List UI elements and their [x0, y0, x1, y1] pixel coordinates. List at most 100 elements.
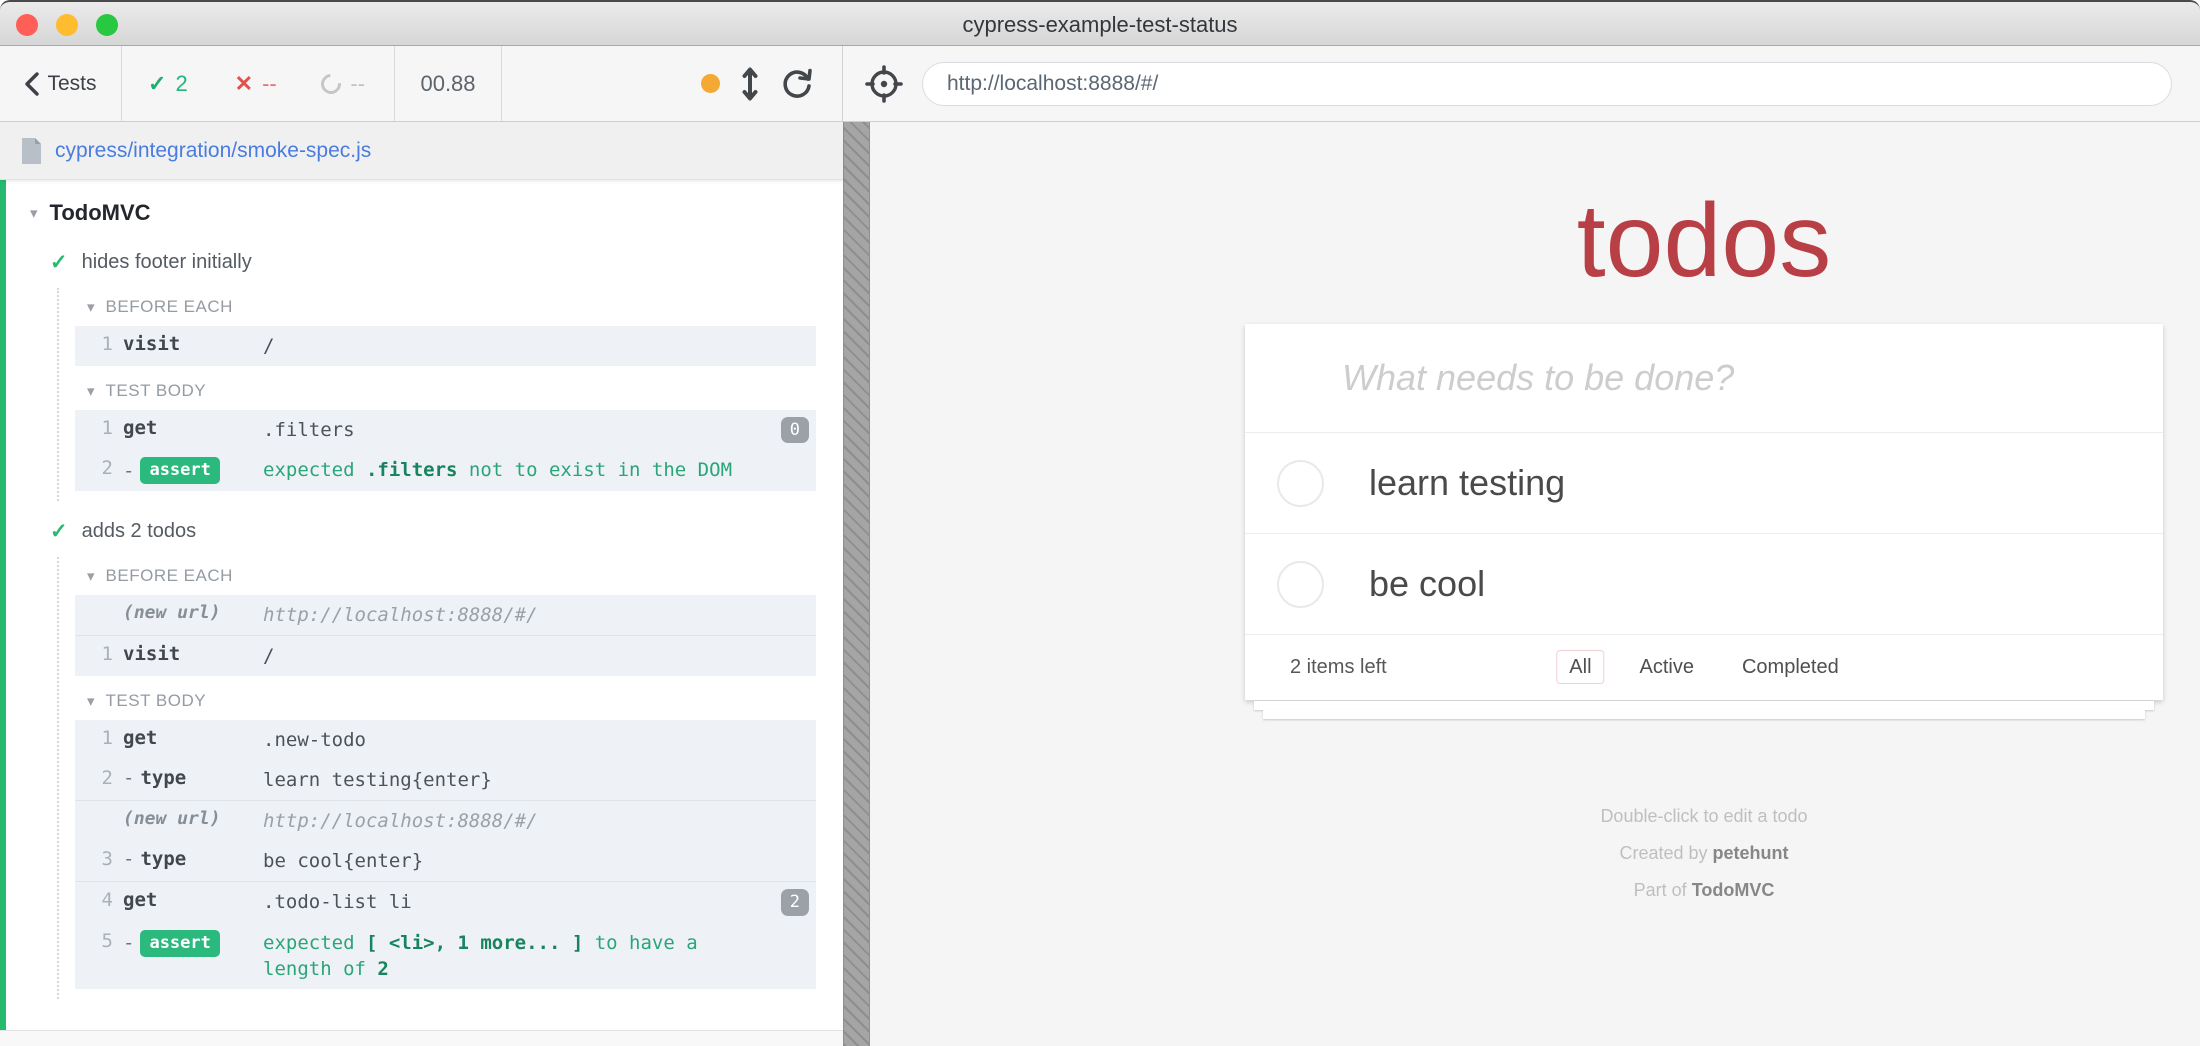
- url-bar[interactable]: http://localhost:8888/#/: [922, 62, 2172, 106]
- passed-count: 2: [175, 71, 187, 97]
- section-header[interactable]: ▾TEST BODY: [59, 372, 843, 410]
- command-section: ▾TEST BODY1get.filters02-assertexpected …: [59, 372, 843, 491]
- reporter-toolbar: Tests ✓ 2 ✕ -- -- 00.88: [0, 46, 843, 121]
- app-info-link[interactable]: petehunt: [1713, 843, 1789, 863]
- command-method: visit: [123, 643, 263, 665]
- command-row[interactable]: 1visit /: [75, 636, 816, 676]
- command-row[interactable]: 2-typelearn testing{enter}: [75, 760, 816, 800]
- test-title[interactable]: ✓hides footer initially: [6, 242, 843, 282]
- app-info-text: Double-click to edit a todo: [1600, 806, 1807, 826]
- passed-stat: ✓ 2: [148, 71, 221, 97]
- viewport-scale-dot: [701, 74, 720, 93]
- file-icon: [20, 137, 43, 165]
- command-row[interactable]: (new url)http://localhost:8888/#/: [75, 801, 816, 841]
- new-todo-input[interactable]: [1245, 324, 2163, 432]
- pending-circle-icon: [317, 69, 345, 97]
- command-number: 5: [75, 930, 123, 952]
- command-message: /: [263, 643, 274, 669]
- todo-filters: AllActiveCompleted: [1556, 656, 1851, 679]
- toolbar: Tests ✓ 2 ✕ -- -- 00.88: [0, 46, 2200, 122]
- command-row[interactable]: 4get.todo-list li2: [75, 882, 816, 922]
- command-number: 2: [75, 457, 123, 479]
- selector-playground-button[interactable]: [864, 64, 904, 104]
- card-stack-layer: [1263, 710, 2145, 719]
- command-message: expected .filters not to exist in the DO…: [263, 457, 732, 483]
- titlebar: cypress-example-test-status: [0, 0, 2200, 46]
- test-stats: ✓ 2 ✕ -- --: [122, 46, 394, 121]
- restart-tests-button[interactable]: [780, 67, 814, 101]
- command-method: (new url): [123, 602, 263, 623]
- command-row[interactable]: 1get.filters0: [75, 410, 816, 450]
- section-header[interactable]: ▾BEFORE EACH: [59, 557, 843, 595]
- command-method: -type: [123, 767, 263, 789]
- filter-completed[interactable]: Completed: [1729, 650, 1852, 684]
- failed-count: --: [262, 71, 277, 97]
- test-block: ✓adds 2 todos▾BEFORE EACH(new url)http:/…: [6, 511, 843, 998]
- command-block: 1get.new-todo2-typelearn testing{enter}(…: [75, 720, 816, 988]
- command-row[interactable]: (new url)http://localhost:8888/#/: [75, 595, 816, 635]
- command-message: be cool{enter}: [263, 848, 423, 874]
- command-method-name: type: [140, 848, 186, 870]
- command-row[interactable]: 3-typebe cool{enter}: [75, 841, 816, 881]
- test-title[interactable]: ✓adds 2 todos: [6, 511, 843, 551]
- section-label: BEFORE EACH: [106, 297, 233, 317]
- command-method-name: get: [123, 889, 157, 911]
- command-group: (new url)http://localhost:8888/#/: [75, 595, 816, 635]
- section-label: TEST BODY: [106, 381, 207, 401]
- filter-all[interactable]: All: [1556, 650, 1604, 684]
- command-row[interactable]: 5-assertexpected [ <li>, 1 more... ] to …: [75, 923, 816, 989]
- command-number: 1: [75, 643, 123, 665]
- command-number: 4: [75, 889, 123, 911]
- command-group: 1visit /: [75, 635, 816, 676]
- horizontal-scrollbar[interactable]: [0, 1030, 843, 1046]
- command-method-name: visit: [123, 643, 180, 665]
- section-label: BEFORE EACH: [106, 566, 233, 586]
- command-group: 4get.todo-list li25-assertexpected [ <li…: [75, 881, 816, 988]
- todo-label[interactable]: learn testing: [1369, 462, 1565, 504]
- x-icon: ✕: [235, 71, 253, 97]
- app-info-text: Created by: [1619, 843, 1712, 863]
- command-number: 2: [75, 767, 123, 789]
- browser-toolbar: http://localhost:8888/#/: [843, 46, 2200, 121]
- command-message: .filters: [263, 417, 355, 443]
- command-number: 1: [75, 417, 123, 439]
- todo-toggle-checkbox[interactable]: [1277, 561, 1324, 608]
- command-group: 1get.filters02-assertexpected .filters n…: [75, 410, 816, 491]
- command-method-name: visit: [123, 333, 180, 355]
- command-row[interactable]: 1visit/: [75, 326, 816, 366]
- section-header[interactable]: ▾BEFORE EACH: [59, 288, 843, 326]
- filter-item: Completed: [1729, 656, 1852, 679]
- spec-header: cypress/integration/smoke-spec.js: [0, 122, 843, 180]
- suite-header[interactable]: ▾TodoMVC: [6, 194, 843, 232]
- command-message: /: [263, 333, 274, 359]
- failed-stat: ✕ --: [235, 71, 308, 97]
- section-header[interactable]: ▾TEST BODY: [59, 682, 843, 720]
- command-log: ▾TodoMVC✓hides footer initially▾BEFORE E…: [0, 180, 843, 1030]
- command-row[interactable]: 2-assertexpected .filters not to exist i…: [75, 450, 816, 491]
- todo-list: learn testing be cool: [1245, 432, 2163, 634]
- command-section: ▾BEFORE EACH1visit/: [59, 288, 843, 366]
- command-method: get: [123, 417, 263, 439]
- child-command-dash: -: [123, 932, 134, 954]
- command-row[interactable]: 1get.new-todo: [75, 720, 816, 760]
- spec-file-link[interactable]: cypress/integration/smoke-spec.js: [55, 139, 371, 163]
- back-to-tests-label: Tests: [47, 72, 96, 96]
- main-content: cypress/integration/smoke-spec.js ▾TodoM…: [0, 122, 2200, 1046]
- filter-item: Active: [1627, 656, 1707, 679]
- app-info-footer: Double-click to edit a todo Created by pe…: [1245, 798, 2163, 909]
- child-command-dash: -: [123, 767, 134, 789]
- caret-down-icon: ▾: [87, 694, 95, 709]
- filter-active[interactable]: Active: [1627, 650, 1707, 684]
- back-to-tests-button[interactable]: Tests: [0, 46, 121, 121]
- app-info-link[interactable]: TodoMVC: [1692, 880, 1775, 900]
- pending-stat: --: [321, 71, 394, 97]
- todo-toggle-checkbox[interactable]: [1277, 460, 1324, 507]
- command-message: expected [ <li>, 1 more... ] to have a l…: [263, 930, 763, 982]
- app-under-test: todos learn testingbe cool 2 items left …: [870, 122, 2200, 1046]
- test-name: adds 2 todos: [82, 520, 197, 543]
- viewport-size-icon[interactable]: [742, 67, 758, 101]
- chevron-left-icon: [24, 72, 39, 96]
- event-label: (new url): [123, 808, 221, 829]
- panel-resizer[interactable]: [843, 122, 870, 1046]
- todo-label[interactable]: be cool: [1369, 563, 1485, 605]
